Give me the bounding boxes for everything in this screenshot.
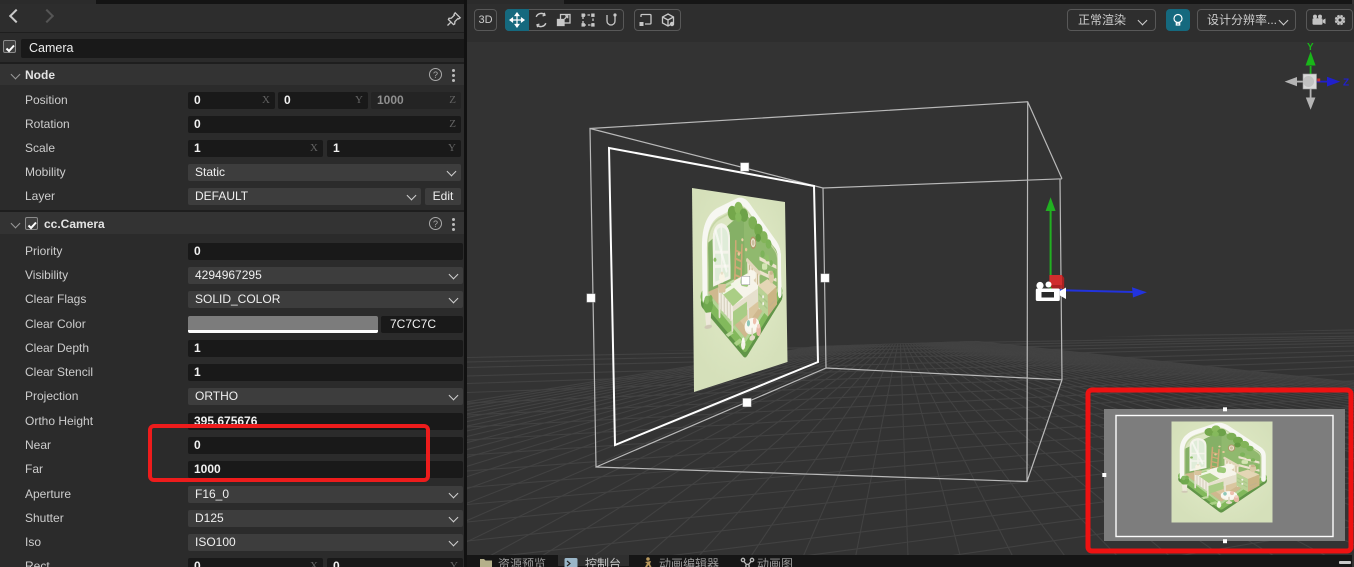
svg-text:Y: Y [1307,42,1314,53]
svg-text:Z: Z [1343,78,1349,89]
